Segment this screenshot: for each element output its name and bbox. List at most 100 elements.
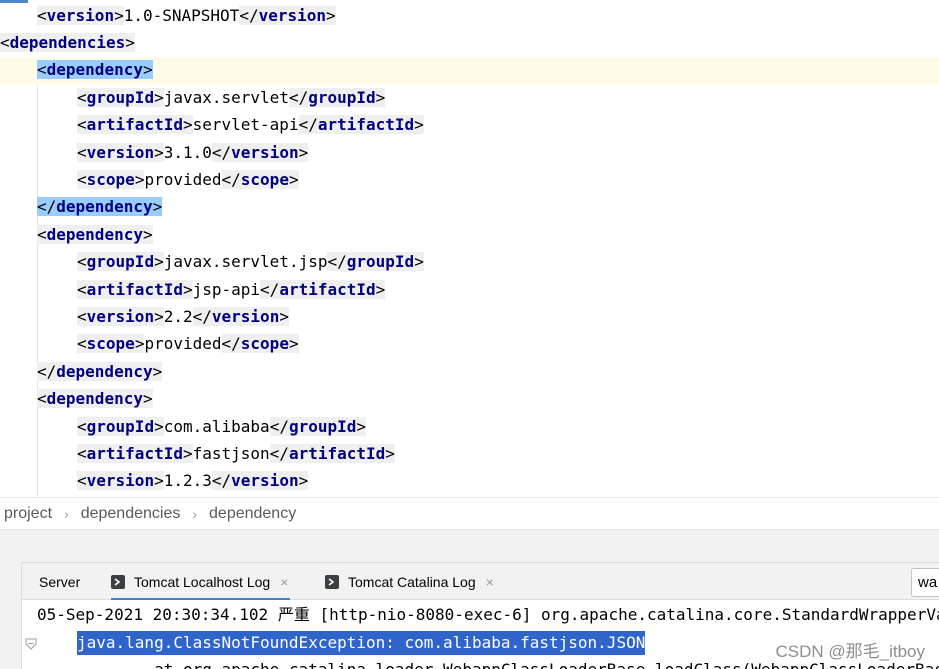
tag-name: groupId [86, 252, 155, 272]
closing-tag: </version> [192, 306, 289, 326]
console-icon [111, 574, 125, 589]
opening-tag: <scope> [77, 334, 145, 354]
code-line-text: <scope>provided</scope> [77, 167, 299, 192]
watermark: CSDN @那毛_itboy [775, 642, 925, 661]
panel-splitter[interactable] [0, 529, 939, 562]
tab-tomcat-localhost-log[interactable]: Tomcat Localhost Log × [111, 563, 291, 601]
tag-name: dependency [46, 389, 143, 409]
breadcrumb-item-dependencies[interactable]: dependencies [77, 505, 185, 523]
code-line-text: <artifactId>servlet-api</artifactId> [77, 112, 424, 137]
close-icon[interactable]: × [486, 574, 494, 590]
code-line: <groupId>com.alibaba</groupId> [0, 414, 939, 441]
element-value: 1.2.3 [163, 471, 212, 491]
opening-tag: <artifactId> [77, 279, 193, 299]
code-line: <artifactId>fastjson</artifactId> [0, 441, 939, 468]
opening-tag: <dependency> [37, 224, 153, 244]
tab-label: Tomcat Localhost Log [134, 573, 271, 590]
tag-name: groupId [86, 416, 155, 436]
code-line: <version>3.1.0</version> [0, 140, 939, 167]
tag-name: scope [86, 169, 135, 189]
closing-tag: </groupId> [269, 416, 367, 436]
opening-tag: <dependencies> [0, 32, 135, 52]
element-value: 2.2 [163, 306, 193, 326]
tag-name: version [86, 471, 155, 491]
tab-server[interactable]: Server [39, 563, 80, 600]
closing-tag: </groupId> [288, 87, 386, 107]
tag-name: dependency [56, 361, 153, 381]
closing-tag: </artifactId> [260, 279, 386, 299]
tag-name: scope [240, 334, 289, 354]
opening-tag: <version> [77, 142, 164, 162]
code-line-text: <scope>provided</scope> [77, 331, 299, 356]
element-value: jsp-api [192, 279, 261, 299]
log-line: 05-Sep-2021 20:30:34.102 严重 [http-nio-80… [37, 605, 939, 624]
tag-name: artifactId [86, 443, 183, 463]
element-value: provided [144, 334, 222, 354]
opening-tag: <artifactId> [77, 115, 193, 135]
closing-tag: </scope> [221, 334, 299, 354]
closing-tag: </dependency> [37, 361, 163, 381]
tag-name: artifactId [86, 279, 183, 299]
tag-name: version [211, 306, 280, 326]
opening-tag: <groupId> [77, 416, 164, 436]
code-line-text: <version>1.0-SNAPSHOT</version> [37, 3, 336, 28]
opening-tag: <scope> [77, 169, 145, 189]
breadcrumb-item-project[interactable]: project [0, 505, 56, 523]
code-line-text: <artifactId>fastjson</artifactId> [77, 441, 395, 466]
tag-name: scope [86, 334, 135, 354]
tab-label: Tomcat Catalina Log [348, 573, 476, 590]
chevron-right-icon: › [64, 505, 69, 522]
code-line-text: <groupId>com.alibaba</groupId> [77, 414, 367, 439]
closing-tag: </groupId> [327, 252, 424, 272]
code-line-text: <version>3.1.0</version> [77, 140, 309, 165]
closing-tag: </artifactId> [269, 443, 395, 463]
tag-name: groupId [346, 252, 415, 272]
search-input[interactable]: wa [911, 568, 939, 597]
breadcrumb: project › dependencies › dependency [0, 497, 939, 529]
code-line: </dependency> [0, 359, 939, 386]
opening-tag: <version> [37, 5, 124, 25]
element-value: fastjson [192, 443, 270, 463]
element-value: com.alibaba [163, 416, 270, 436]
tag-name: artifactId [279, 279, 376, 299]
code-line-text: </dependency> [37, 194, 163, 219]
code-line-text: <dependency> [37, 57, 153, 82]
tab-tomcat-catalina-log[interactable]: Tomcat Catalina Log × [325, 563, 494, 600]
code-line-text: <dependency> [37, 386, 153, 411]
tag-name: scope [240, 169, 289, 189]
code-line-text: <dependency> [37, 222, 153, 247]
opening-tag: <groupId> [77, 87, 164, 107]
run-tool-window-tabs: Server Tomcat Localhost Log × Tomcat Cat… [0, 562, 939, 601]
code-line-text: <groupId>javax.servlet</groupId> [77, 85, 386, 110]
code-line: <dependencies> [0, 30, 939, 57]
code-line-text: <version>1.2.3</version> [77, 468, 309, 493]
breadcrumb-item-dependency[interactable]: dependency [205, 505, 300, 523]
tag-name: version [231, 471, 299, 491]
code-line: <dependency> [0, 222, 939, 249]
code-line: <artifactId>servlet-api</artifactId> [0, 112, 939, 139]
chevron-right-icon: › [192, 505, 198, 522]
close-icon[interactable]: × [280, 574, 288, 590]
tool-window-side-strip [0, 562, 22, 669]
tab-label: Server [39, 573, 81, 590]
closing-tag: </dependency> [37, 197, 163, 217]
element-value: javax.servlet [163, 87, 289, 107]
tag-name: version [86, 306, 155, 326]
code-line: <scope>provided</scope> [0, 331, 939, 358]
code-line-text: <artifactId>jsp-api</artifactId> [77, 277, 386, 302]
tag-name: version [46, 5, 115, 25]
tag-name: dependency [46, 224, 143, 244]
code-editor[interactable]: <version>1.0-SNAPSHOT</version> <dependen… [0, 0, 939, 497]
opening-tag: <version> [77, 471, 164, 491]
tag-name: dependency [56, 197, 153, 217]
code-line: <artifactId>jsp-api</artifactId> [0, 277, 939, 304]
element-value: 1.0-SNAPSHOT [123, 5, 240, 25]
code-line: <groupId>javax.servlet.jsp</groupId> [0, 249, 939, 276]
code-line: <dependency> [0, 57, 939, 85]
tag-name: artifactId [317, 115, 415, 135]
fold-icon[interactable] [24, 637, 38, 651]
tag-name: version [258, 5, 327, 25]
opening-tag: <groupId> [77, 252, 164, 272]
closing-tag: </artifactId> [298, 115, 424, 135]
closing-tag: </scope> [221, 169, 299, 189]
